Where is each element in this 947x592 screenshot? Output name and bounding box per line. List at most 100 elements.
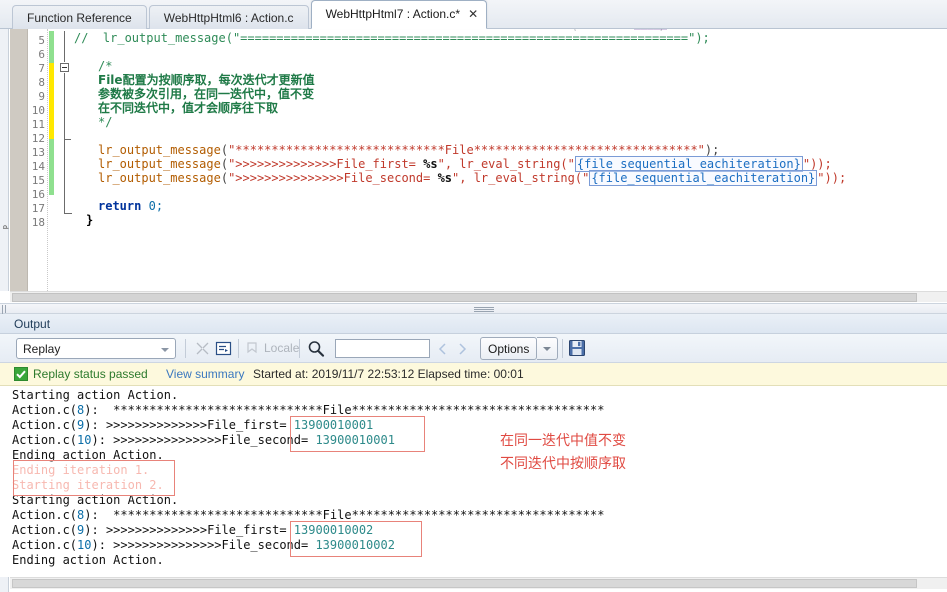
log-line: Action.c(10): >>>>>>>>>>>>>>>File_second… xyxy=(0,538,395,553)
string-tail: ")); xyxy=(817,171,847,185)
line-number: 5 xyxy=(38,34,45,47)
output-horizontal-scrollbar[interactable] xyxy=(10,577,947,589)
log-value: 13900010001 xyxy=(293,418,374,432)
tab-webhttphtml6[interactable]: WebHttpHtml6 : Action.c xyxy=(148,5,309,29)
fold-tick xyxy=(64,139,71,140)
toolbar-separator xyxy=(299,339,300,358)
replay-status-text: Replay status passed xyxy=(33,367,148,381)
collapse-all-button[interactable] xyxy=(213,338,234,359)
code-text-area[interactable]: _ _ ' _ _ _ ~ ' _ ' _ _ ~' (_____ ~_ _ ~… xyxy=(74,29,947,291)
tab-webhttphtml7[interactable]: WebHttpHtml7 : Action.c* ✕ xyxy=(310,0,488,29)
log-message: >>>>>>>>>>>>>>File_first= xyxy=(98,523,294,537)
search-input[interactable] xyxy=(335,339,430,358)
code-line-8: File配置为按顺序取，每次迭代才更新值 xyxy=(98,73,315,87)
fold-end-tick xyxy=(64,213,72,214)
prev-match-icon[interactable] xyxy=(437,343,449,355)
toolbar-separator xyxy=(185,339,186,358)
tab-label: WebHttpHtml7 : Action.c* xyxy=(325,7,461,21)
source-select[interactable]: Replay xyxy=(16,338,176,359)
chevron-down-icon xyxy=(161,348,169,352)
source-select-value: Replay xyxy=(23,342,61,356)
loadrunner-vugen-window: Function Reference WebHttpHtml6 : Action… xyxy=(0,0,947,592)
scrollbar-thumb[interactable] xyxy=(12,579,917,588)
dock-tab-label[interactable]: d xyxy=(1,225,9,229)
code-line-12: lr_output_message("*********************… xyxy=(98,143,720,157)
log-line: Action.c(9): >>>>>>>>>>>>>>File_first= 1… xyxy=(0,418,373,433)
code-folding-gutter[interactable] xyxy=(56,29,74,291)
log-line-number: 10 xyxy=(77,538,92,552)
format-specifier: %s xyxy=(437,171,453,185)
numeric-literal: 0; xyxy=(148,199,164,213)
change-marker-unsaved xyxy=(49,63,54,139)
comment-slashes: // xyxy=(74,31,89,45)
scrollbar-thumb[interactable] xyxy=(12,293,917,302)
log-location: Action.c( xyxy=(12,538,78,552)
annotation-line-2: 不同迭代中按顺序取 xyxy=(500,456,626,472)
options-dropdown-button[interactable] xyxy=(537,337,558,360)
function-name: lr_output_message xyxy=(98,171,221,185)
code-line-7: /* xyxy=(98,59,113,73)
tab-label: WebHttpHtml6 : Action.c xyxy=(163,11,294,25)
options-button[interactable]: Options xyxy=(480,337,537,360)
parameter-chip[interactable]: {file_sequential_eachiteration} xyxy=(589,170,818,186)
log-line: Ending action Action. xyxy=(12,553,164,567)
code-line-16: return 0; xyxy=(98,199,163,213)
line-number: 8 xyxy=(38,76,45,89)
line-number: 7 xyxy=(38,62,45,75)
log-line: Action.c(8): ***************************… xyxy=(0,508,604,523)
tab-strip: Function Reference WebHttpHtml6 : Action… xyxy=(12,0,489,29)
log-location-end: ): xyxy=(91,433,106,447)
line-number: 16 xyxy=(31,188,45,201)
line-number: 9 xyxy=(38,90,45,103)
pane-splitter[interactable] xyxy=(0,303,947,321)
function-name: lr_output_message xyxy=(98,143,221,157)
string-mid: ", lr_eval_string(" xyxy=(437,157,575,171)
tab-function-reference[interactable]: Function Reference xyxy=(12,5,147,29)
next-match-icon[interactable] xyxy=(456,343,468,355)
line-number: 10 xyxy=(31,104,45,117)
bookmark-column[interactable] xyxy=(10,29,28,291)
log-message: *****************************File*******… xyxy=(98,508,605,522)
log-message: >>>>>>>>>>>>>>>File_second= xyxy=(105,538,316,552)
output-log[interactable]: Starting action Action. Action.c(8): ***… xyxy=(0,386,947,577)
change-marker-saved xyxy=(49,139,54,195)
fold-collapse-box[interactable] xyxy=(60,63,69,72)
toolbar-separator xyxy=(562,339,563,358)
string-mid: ", lr_eval_string(" xyxy=(452,171,590,185)
splitter-grip[interactable] xyxy=(474,307,494,312)
log-message: >>>>>>>>>>>>>>File_first= xyxy=(98,418,294,432)
fold-line xyxy=(64,139,65,213)
save-icon[interactable] xyxy=(568,339,586,357)
splitter-left-grip[interactable] xyxy=(2,305,10,321)
editor-horizontal-scrollbar[interactable] xyxy=(10,291,947,302)
log-line: Starting action Action. xyxy=(12,388,179,402)
options-label: Options xyxy=(488,342,530,356)
chevron-down-icon xyxy=(543,347,551,351)
expand-all-button[interactable] xyxy=(192,338,213,359)
search-icon[interactable] xyxy=(306,339,326,359)
log-location-end: ): xyxy=(84,403,99,417)
log-line-number: 10 xyxy=(77,433,92,447)
log-location-end: ): xyxy=(84,523,99,537)
log-message: *****************************File*******… xyxy=(98,403,605,417)
line-number: 11 xyxy=(31,118,45,131)
code-editor[interactable]: d 5 6 7 8 9 10 11 12 13 14 15 16 17 18 /… xyxy=(0,29,947,291)
code-line-9: 参数被多次引用，在同一迭代中，值不变 xyxy=(98,87,315,101)
log-location: Action.c( xyxy=(12,433,78,447)
log-location-end: ): xyxy=(84,508,99,522)
line-number: 14 xyxy=(31,160,45,173)
view-summary-link[interactable]: View summary xyxy=(166,367,244,381)
change-marker-saved xyxy=(49,31,54,63)
log-value: 13900010002 xyxy=(315,538,395,552)
log-line: Action.c(8): ***************************… xyxy=(0,403,604,418)
close-icon[interactable]: ✕ xyxy=(468,1,478,28)
string-literal: ">>>>>>>>>>>>>>>File_second= xyxy=(228,171,438,185)
line-number: 13 xyxy=(31,146,45,159)
replay-status-bar: Replay status passed View summary Starte… xyxy=(0,363,947,386)
toolbar-separator xyxy=(238,339,239,358)
output-title-label: Output xyxy=(14,317,51,331)
log-value: 13900010001 xyxy=(315,433,395,447)
keyword-return: return xyxy=(98,199,142,213)
left-dock-strip: d xyxy=(0,29,9,291)
locale-label: Locale xyxy=(264,341,300,355)
